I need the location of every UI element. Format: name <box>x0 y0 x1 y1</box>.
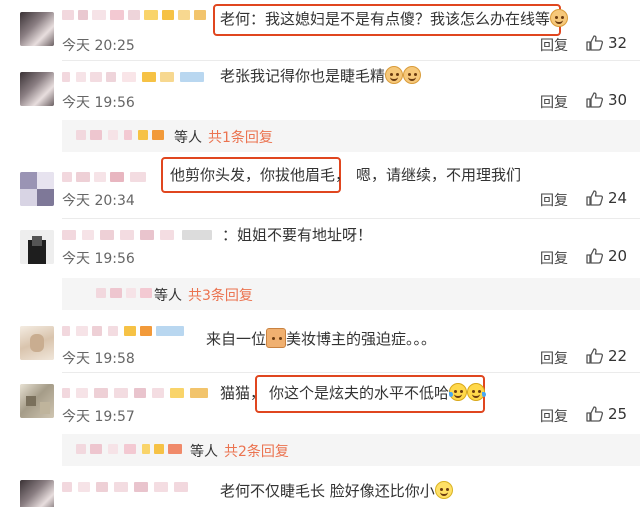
avatar[interactable] <box>20 12 54 46</box>
username-mosaic[interactable] <box>62 322 192 340</box>
reply-button[interactable]: 回复 <box>540 248 568 268</box>
username-mosaic[interactable] <box>62 226 217 244</box>
reply-button[interactable]: 回复 <box>540 190 568 210</box>
comment-time: 今天 19:57 <box>62 409 135 425</box>
cat-face-icon <box>403 66 422 84</box>
comment-text: 猫猫， 你这个是炫夫的水平不低哈 <box>220 383 487 403</box>
avatar[interactable] <box>20 72 54 106</box>
thumbs-up-icon <box>586 248 603 264</box>
like-count: 25 <box>608 405 628 423</box>
laughing-tears-icon <box>467 383 487 401</box>
comment-item: 来自一位 美妆博主的强迫症。。。 今天 19:58 回复 22 <box>0 318 640 374</box>
cat-face-icon <box>550 9 569 27</box>
like-count: 20 <box>608 247 628 265</box>
thumbs-up-icon <box>586 190 603 206</box>
username-mosaic[interactable] <box>62 478 212 496</box>
like-count: 24 <box>608 189 628 207</box>
sub-replies-bar[interactable]: 等人 共3条回复 <box>62 278 640 310</box>
smile-face-icon <box>434 481 453 499</box>
comment-time: 今天 19:56 <box>62 251 135 267</box>
thumbs-up-icon <box>586 35 603 51</box>
sub-replies-bar[interactable]: 等人 共1条回复 <box>62 120 640 152</box>
comment-text: 老何不仅睫毛长 脸好像还比你小 <box>220 481 453 501</box>
username-mosaic[interactable] <box>62 6 207 24</box>
comment-text: 老何：我这媳妇是不是有点傻？我该怎么办在线等 <box>220 9 569 29</box>
like-count: 22 <box>608 347 628 365</box>
sub-reply-count[interactable]: 共1条回复 <box>208 127 273 147</box>
comment-time: 今天 19:56 <box>62 95 135 111</box>
comment-time: 今天 20:25 <box>62 38 135 54</box>
comment-item: 老何：我这媳妇是不是有点傻？我该怎么办在线等 今天 20:25 回复 32 <box>0 0 640 64</box>
username-mosaic <box>96 288 156 300</box>
avatar[interactable] <box>20 172 54 206</box>
reply-button[interactable]: 回复 <box>540 348 568 368</box>
sub-reply-count[interactable]: 共3条回复 <box>188 285 253 305</box>
avatar[interactable] <box>20 230 54 264</box>
comment-item: ：姐姐不要有地址呀！ 今天 19:56 回复 20 <box>0 218 640 282</box>
comment-text: 来自一位 美妆博主的强迫症。。。 <box>206 328 437 348</box>
reply-button[interactable]: 回复 <box>540 92 568 112</box>
comment-item: 老张我记得你也是睫毛精 今天 19:56 回复 30 <box>0 60 640 120</box>
like-count: 30 <box>608 91 628 109</box>
comment-text: 老张我记得你也是睫毛精 <box>220 66 422 86</box>
comment-text: ：姐姐不要有地址呀！ <box>222 226 373 244</box>
cat-face-icon <box>385 66 404 84</box>
sub-reply-users: 等人 <box>174 130 202 146</box>
avatar[interactable] <box>20 326 54 360</box>
avatar[interactable] <box>20 384 54 418</box>
username-mosaic <box>76 130 166 142</box>
username-mosaic <box>76 444 186 456</box>
comment-time: 今天 20:34 <box>62 193 135 209</box>
comment-item: 他剪你头发，你拔他眉毛， 嗯，请继续，不用理我们 今天 20:34 回复 24 <box>0 152 640 216</box>
comment-item: 猫猫， 你这个是炫夫的水平不低哈 今天 19:57 回复 25 <box>0 372 640 434</box>
thumbs-up-icon <box>586 406 603 422</box>
sub-reply-count[interactable]: 共2条回复 <box>224 441 289 461</box>
sub-reply-users: 等人 <box>190 444 218 460</box>
laughing-tears-icon <box>449 383 468 401</box>
sub-replies-bar[interactable]: 等人 共2条回复 <box>62 434 640 466</box>
like-count: 32 <box>608 34 628 52</box>
thumbs-up-icon <box>586 92 603 108</box>
reply-button[interactable]: 回复 <box>540 406 568 426</box>
thumbs-up-icon <box>586 348 603 364</box>
username-mosaic[interactable] <box>62 384 212 402</box>
username-mosaic[interactable] <box>62 168 162 186</box>
avatar[interactable] <box>20 480 54 507</box>
comment-time: 今天 19:58 <box>62 351 135 367</box>
username-mosaic[interactable] <box>62 68 207 86</box>
reply-button[interactable]: 回复 <box>540 35 568 55</box>
cat-avatar-icon <box>266 328 287 348</box>
comment-text: 他剪你头发，你拔他眉毛， 嗯，请继续，不用理我们 <box>170 166 522 184</box>
comment-item: 老何不仅睫毛长 脸好像还比你小 <box>0 472 640 507</box>
sub-reply-users: 等人 <box>154 288 182 304</box>
